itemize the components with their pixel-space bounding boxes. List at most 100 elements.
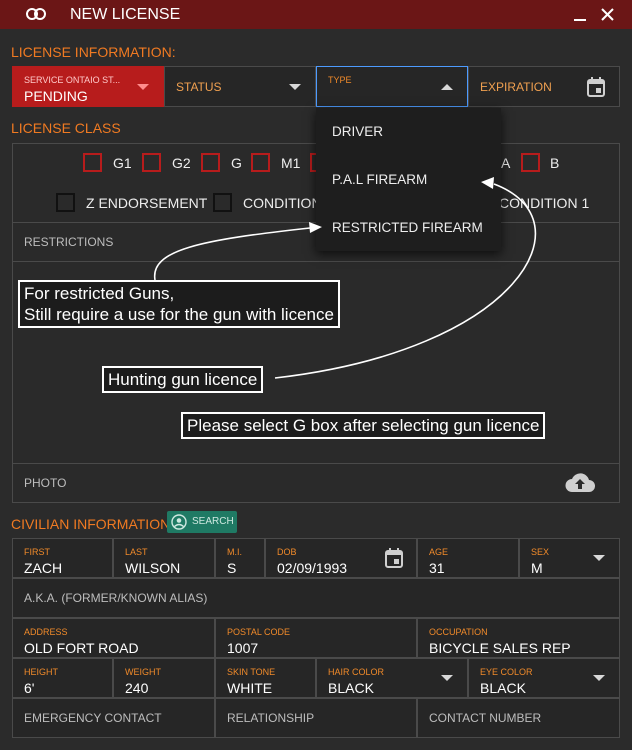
checkbox-m1[interactable] <box>251 153 270 172</box>
hair-value: BLACK <box>328 680 374 696</box>
chevron-up-icon <box>441 83 453 90</box>
license-class-heading: LICENSE CLASS <box>11 120 121 136</box>
postal-label: POSTAL CODE <box>227 627 291 637</box>
annotation-restricted-guns: For restricted Guns, Still require a use… <box>18 280 340 328</box>
checkbox-g1-label: G1 <box>113 155 132 171</box>
postal-value: 1007 <box>227 640 259 656</box>
account-icon <box>171 514 187 530</box>
hair-color-select[interactable]: HAIR COLOR BLACK <box>316 658 468 698</box>
service-label: SERVICE ONTAIO ST... <box>24 75 121 85</box>
photo-field[interactable]: PHOTO <box>12 463 620 503</box>
annotation-select-g: Please select G box after selecting gun … <box>181 412 546 439</box>
expiration-picker[interactable]: EXPIRATION <box>468 66 620 107</box>
emergency-placeholder: EMERGENCY CONTACT <box>24 711 162 725</box>
aka-field[interactable]: A.K.A. (FORMER/KNOWN ALIAS) <box>12 578 620 618</box>
checkbox-g2[interactable] <box>142 153 161 172</box>
address-value: OLD FORT ROAD <box>24 640 139 656</box>
type-option-pal-firearm[interactable]: P.A.L FIREARM <box>332 172 427 187</box>
dob-label: DOB <box>277 547 297 557</box>
contact-number-field[interactable]: CONTACT NUMBER <box>417 698 620 738</box>
occupation-field[interactable]: OCCUPATION BICYCLE SALES REP <box>417 618 620 658</box>
sex-value: M <box>531 560 543 576</box>
first-value: ZACH <box>24 560 63 576</box>
calendar-icon[interactable] <box>385 548 403 568</box>
type-option-driver[interactable]: DRIVER <box>332 124 383 139</box>
height-value: 6' <box>24 680 35 696</box>
license-information-heading: LICENSE INFORMATION: <box>11 44 176 60</box>
restrictions-placeholder: RESTRICTIONS <box>24 235 114 249</box>
minimize-icon[interactable] <box>574 19 586 21</box>
relationship-field[interactable]: RELATIONSHIP <box>215 698 417 738</box>
checkbox-g1[interactable] <box>83 153 102 172</box>
annotation-restricted-line1: For restricted Guns, <box>24 284 175 303</box>
weight-field[interactable]: WEIGHT 240 <box>113 658 215 698</box>
checkbox-b-label: B <box>550 155 560 171</box>
sex-label: SEX <box>531 547 550 557</box>
aka-placeholder: A.K.A. (FORMER/KNOWN ALIAS) <box>24 591 208 605</box>
eye-value: BLACK <box>480 680 526 696</box>
service-value: PENDING <box>24 88 88 104</box>
dob-value: 02/09/1993 <box>277 560 348 576</box>
annotation-hunting: Hunting gun licence <box>102 366 264 393</box>
emergency-contact-field[interactable]: EMERGENCY CONTACT <box>12 698 215 738</box>
address-label: ADDRESS <box>24 627 68 637</box>
last-name-field[interactable]: LAST WILSON <box>113 538 215 578</box>
skin-value: WHITE <box>227 680 273 696</box>
skin-tone-field[interactable]: SKIN TONE WHITE <box>215 658 316 698</box>
mi-value: S <box>227 560 237 576</box>
type-select[interactable]: TYPE <box>316 66 468 107</box>
postal-code-field[interactable]: POSTAL CODE 1007 <box>215 618 417 658</box>
checkbox-g-label: G <box>231 155 242 171</box>
civilian-information-heading: CIVILIAN INFORMATION <box>11 516 171 532</box>
checkbox-g2-label: G2 <box>172 155 191 171</box>
type-label: TYPE <box>328 75 352 85</box>
age-field[interactable]: AGE 31 <box>417 538 519 578</box>
chevron-down-icon <box>441 675 453 681</box>
close-icon[interactable] <box>600 7 615 22</box>
address-field[interactable]: ADDRESS OLD FORT ROAD <box>12 618 215 658</box>
eye-label: EYE COLOR <box>480 667 533 677</box>
checkbox-g[interactable] <box>201 153 220 172</box>
sex-select[interactable]: SEX M <box>519 538 620 578</box>
checkbox-b[interactable] <box>521 153 540 172</box>
expiration-placeholder: EXPIRATION <box>480 79 552 94</box>
weight-label: WEIGHT <box>125 667 161 677</box>
service-status-select[interactable]: SERVICE ONTAIO ST... PENDING <box>12 66 164 107</box>
relationship-placeholder: RELATIONSHIP <box>227 711 315 725</box>
search-label: SEARCH <box>192 516 234 527</box>
checkbox-m1-label: M1 <box>281 155 301 171</box>
last-value: WILSON <box>125 560 181 576</box>
middle-initial-field[interactable]: M.I. S <box>215 538 265 578</box>
chevron-down-icon <box>289 83 301 90</box>
status-select[interactable]: STATUS <box>164 66 316 107</box>
mi-label: M.I. <box>227 547 242 557</box>
chevron-down-icon <box>593 675 605 681</box>
weight-value: 240 <box>125 680 149 696</box>
checkbox-condition[interactable] <box>213 193 232 212</box>
window-title: NEW LICENSE <box>70 6 181 23</box>
age-label: AGE <box>429 547 449 557</box>
cloud-upload-icon[interactable] <box>564 471 596 493</box>
checkbox-condition-1-label: CONDITION 1 <box>499 195 590 211</box>
hair-label: HAIR COLOR <box>328 667 385 677</box>
chevron-down-icon <box>137 83 149 90</box>
type-option-restricted-firearm[interactable]: RESTRICTED FIREARM <box>332 220 483 235</box>
checkbox-a-label: A <box>501 155 511 171</box>
checkbox-z-endorsement[interactable] <box>56 193 75 212</box>
annotation-restricted-line2: Still require a use for the gun with lic… <box>24 305 334 324</box>
checkbox-condition-label: CONDITION <box>243 195 322 211</box>
contact-placeholder: CONTACT NUMBER <box>429 711 542 725</box>
height-field[interactable]: HEIGHT 6' <box>12 658 113 698</box>
first-name-field[interactable]: FIRST ZACH <box>12 538 113 578</box>
dob-field[interactable]: DOB 02/09/1993 <box>265 538 417 578</box>
link-icon <box>26 8 46 20</box>
eye-color-select[interactable]: EYE COLOR BLACK <box>468 658 620 698</box>
chevron-down-icon <box>593 555 605 561</box>
search-button[interactable]: SEARCH <box>167 511 237 533</box>
photo-label: PHOTO <box>24 476 67 490</box>
calendar-icon[interactable] <box>587 77 605 97</box>
last-label: LAST <box>125 547 148 557</box>
first-label: FIRST <box>24 547 50 557</box>
type-dropdown-menu: DRIVER P.A.L FIREARM RESTRICTED FIREARM <box>316 108 501 251</box>
title-bar: NEW LICENSE <box>0 0 632 29</box>
